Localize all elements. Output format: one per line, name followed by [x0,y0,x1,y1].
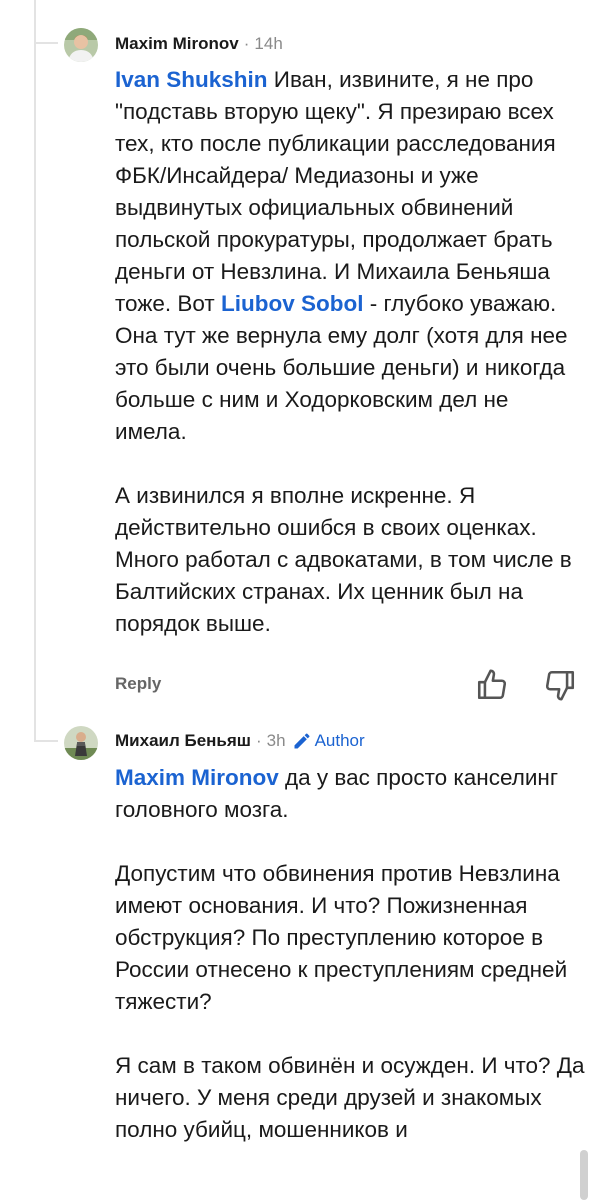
author-name[interactable]: Михаил Беньяш [115,731,251,751]
avatar[interactable] [64,726,98,760]
comment-paragraph: Maxim Mironov да у вас просто канселинг … [115,762,585,826]
comment-text: А извинился я вполне искренне. Я действи… [115,483,572,636]
scrollbar[interactable] [580,1150,588,1200]
comment-text: Допустим что обвинения против Невзлина и… [115,861,568,1014]
separator-dot: · [243,34,250,53]
comment-header: Maxim Mironov · 14h [115,34,283,54]
comment-paragraph: А извинился я вполне искренне. Я действи… [115,480,585,640]
thread-line [34,0,36,42]
comment-body: Ivan Shukshin Иван, извините, я не про "… [115,64,585,640]
thread-line [34,42,36,742]
author-name[interactable]: Maxim Mironov [115,34,239,54]
comment-body: Maxim Mironov да у вас просто канселинг … [115,762,585,1146]
thread-connector [34,42,58,44]
comment-paragraph: Я сам в таком обвинён и осужден. И что? … [115,1050,585,1146]
comment-actions: Reply [115,668,580,704]
thread-connector [34,740,58,742]
comment-paragraph: Ivan Shukshin Иван, извините, я не про "… [115,64,585,448]
comment-paragraph: Допустим что обвинения против Невзлина и… [115,858,585,1018]
timestamp[interactable]: 14h [254,34,282,54]
timestamp[interactable]: 3h [267,731,286,751]
comment-text: Иван, извините, я не про "подставь втору… [115,67,556,316]
avatar-image [64,726,98,760]
thumbs-down-icon[interactable] [543,668,577,702]
pencil-icon [294,733,310,749]
avatar-image [64,28,98,62]
mention-link[interactable]: Ivan Shukshin [115,67,268,92]
thumbs-up-icon[interactable] [475,668,509,702]
comment-text: Я сам в таком обвинён и осужден. И что? … [115,1053,585,1142]
author-badge: Author [292,731,365,751]
separator-dot: · [255,731,262,750]
reply-button[interactable]: Reply [115,674,161,694]
avatar[interactable] [64,28,98,62]
mention-link[interactable]: Maxim Mironov [115,765,279,790]
comment-header: Михаил Беньяш · 3h Author [115,731,365,751]
mention-link[interactable]: Liubov Sobol [221,291,363,316]
author-badge-label: Author [314,731,365,750]
